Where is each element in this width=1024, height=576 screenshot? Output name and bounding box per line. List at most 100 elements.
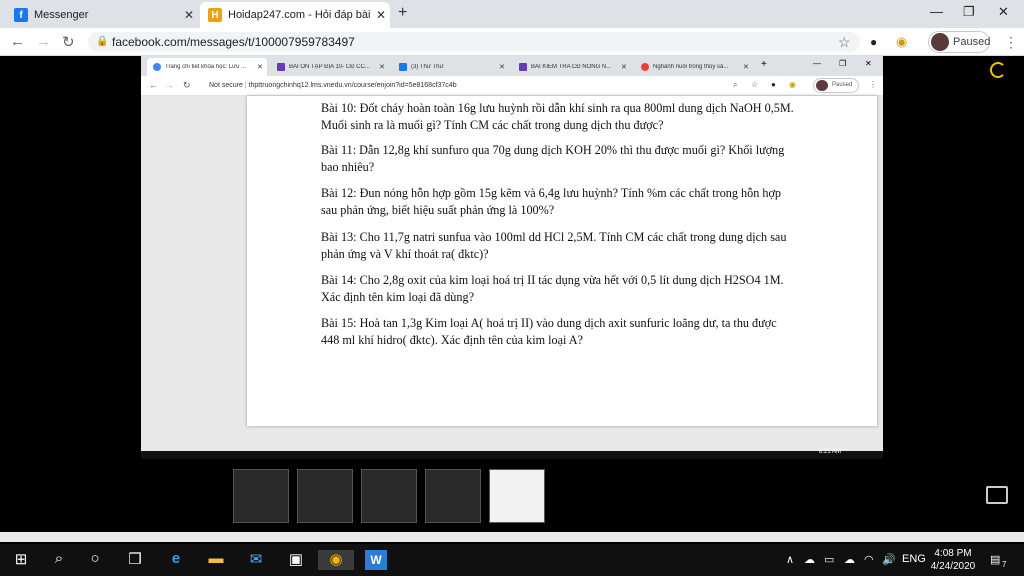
gallery-icon[interactable] [986, 486, 1008, 504]
notification-icon[interactable]: ▤ [990, 553, 1000, 566]
tab-messenger[interactable]: f Messenger ✕ [6, 2, 198, 28]
close-tab-icon[interactable]: ✕ [499, 63, 509, 71]
clock-date: 4/24/2020 [930, 561, 976, 572]
thumbnail[interactable] [233, 469, 289, 523]
close-tab-icon[interactable]: ✕ [621, 63, 631, 71]
inner-tab-title: BÀI ÔN TẬP ĐỊA 10- CĐ CC... [289, 64, 370, 70]
question: Bài 10: Đốt cháy hoàn toàn 16g lưu huỳnh… [321, 101, 794, 132]
avatar [931, 33, 949, 51]
inner-tab[interactable]: Nghành nuôi trồng thủy sả... ✕ [635, 58, 753, 76]
close-window-button[interactable]: ✕ [865, 59, 872, 68]
mail-icon[interactable]: ✉ [245, 550, 267, 570]
chrome-icon[interactable]: ◉ [318, 550, 354, 570]
bookmark-star-icon[interactable]: ☆ [838, 34, 851, 51]
clock[interactable]: 4:08 PM 4/24/2020 [930, 547, 976, 573]
close-tab-icon[interactable]: ✕ [379, 63, 389, 71]
inner-url-field[interactable]: Not secure | thpttruongchinhq12.lms.vned… [209, 79, 729, 93]
windows-taskbar: ⊞ ⌕ ○ ❒ e ▬ ✉ ▣ ◉ W ∧ ☁ ▭ ☁ ◠ 🔊 ENG 4:08… [0, 544, 1024, 576]
facebook-icon: f [14, 8, 28, 22]
document-viewer: Bài 10: Đốt cháy hoàn toàn 16g lưu huỳnh… [141, 96, 883, 451]
file-explorer-icon[interactable]: ▬ [205, 550, 227, 570]
inner-profile-button[interactable]: Paused [813, 78, 859, 93]
inner-tab-bar: Trang chi tiết khóa học: Lưu ... ✕ BÀI ÔN… [141, 56, 883, 76]
menu-icon[interactable]: ⋮ [1004, 34, 1018, 51]
close-tab-icon[interactable]: ✕ [743, 63, 753, 71]
tab-title: Messenger [34, 9, 89, 21]
url-text: facebook.com/messages/t/100007959783497 [112, 35, 355, 49]
restore-button[interactable]: ❐ [963, 4, 975, 20]
onedrive-icon[interactable]: ☁ [804, 553, 815, 566]
zoom-icon[interactable]: ⌕ [733, 80, 737, 90]
question: Bài 12: Đun nóng hỗn hợp gồm 15g kẽm và … [321, 186, 781, 217]
inner-tab[interactable]: BÀI ÔN TẬP ĐỊA 10- CĐ CC... ✕ [271, 58, 389, 76]
windows-start-icon[interactable]: ⊞ [10, 550, 32, 570]
inner-tab-title: Trang chi tiết khóa học: Lưu ... [165, 64, 247, 70]
wifi-icon[interactable]: ◠ [864, 553, 874, 566]
language-indicator[interactable]: ENG [902, 553, 926, 565]
chevron-up-icon[interactable]: ∧ [786, 553, 794, 566]
inner-tab-title: (3) Thư Thư [411, 64, 444, 70]
inner-tab[interactable]: BÀI KIỂM TRA CĐ NÔNG N... ✕ [513, 58, 631, 76]
new-tab-button[interactable]: + [398, 4, 407, 22]
minimize-button[interactable]: — [813, 59, 821, 68]
search-icon[interactable]: ⌕ [48, 550, 70, 570]
forward-icon[interactable]: → [36, 33, 51, 50]
shared-browser-window: Trang chi tiết khóa học: Lưu ... ✕ BÀI ÔN… [141, 56, 883, 459]
volume-icon[interactable]: 🔊 [882, 553, 896, 566]
question: Bài 13: Cho 11,7g natri sunfua vào 100ml… [321, 230, 787, 261]
thumbnail[interactable] [425, 469, 481, 523]
security-label: Not secure [209, 82, 243, 89]
extension-icon[interactable]: ● [870, 35, 877, 49]
extension-icon[interactable]: ● [771, 80, 776, 89]
thumbnail[interactable] [489, 469, 545, 523]
close-tab-icon[interactable]: ✕ [180, 8, 198, 22]
edge-icon[interactable]: e [165, 550, 187, 570]
hoidap-icon: H [208, 8, 222, 22]
battery-icon[interactable]: ▭ [824, 553, 834, 566]
bookmark-star-icon[interactable]: ☆ [751, 80, 758, 89]
minimize-button[interactable]: — [930, 4, 943, 19]
thumbnail[interactable] [297, 469, 353, 523]
url-field[interactable]: 🔒 facebook.com/messages/t/10000795978349… [88, 32, 860, 52]
extension-icon[interactable]: ◉ [896, 34, 907, 50]
new-tab-button[interactable]: + [761, 59, 767, 70]
back-icon[interactable]: ← [149, 80, 158, 90]
word-icon[interactable]: W [365, 550, 387, 570]
back-icon[interactable]: ← [10, 33, 25, 50]
inner-address-bar: ← → ↻ Not secure | thpttruongchinhq12.lm… [141, 76, 883, 96]
inner-taskbar: 8:21 AM [141, 449, 883, 459]
notification-count: 7 [1002, 560, 1007, 569]
reload-icon[interactable]: ↻ [183, 80, 191, 91]
thumbnail[interactable] [361, 469, 417, 523]
document-page: Bài 10: Đốt cháy hoàn toàn 16g lưu huỳnh… [247, 96, 877, 426]
profile-button[interactable]: Paused [928, 31, 990, 53]
restore-button[interactable]: ❐ [839, 59, 846, 68]
forward-icon[interactable]: → [165, 80, 174, 90]
forms-icon [277, 63, 285, 71]
extension-icon[interactable]: ◉ [789, 80, 796, 89]
close-tab-icon[interactable]: ✕ [372, 8, 390, 22]
cortana-icon[interactable]: ○ [84, 550, 106, 570]
horizontal-scrollbar[interactable] [0, 532, 1024, 542]
question: Bài 15: Hoà tan 1,3g Kim loại A( hoá trị… [321, 316, 777, 347]
cloud-icon[interactable]: ☁ [844, 553, 855, 566]
inner-url-text: thpttruongchinhq12.lms.vnedu.vn/course/e… [248, 82, 457, 89]
tab-title: Hoidap247.com - Hỏi đáp bài tập [228, 9, 372, 21]
profile-status: Paused [832, 82, 853, 88]
inner-tab-title: Nghành nuôi trồng thủy sả... [653, 64, 729, 70]
task-view-icon[interactable]: ❒ [124, 550, 146, 570]
lock-icon: 🔒 [96, 36, 109, 47]
course-icon [153, 63, 161, 71]
close-tab-icon[interactable]: ✕ [257, 63, 267, 71]
close-window-button[interactable]: ✕ [998, 4, 1009, 20]
question: Bài 14: Cho 2,8g oxit của kim loại hoá t… [321, 273, 784, 304]
inner-tab[interactable]: Trang chi tiết khóa học: Lưu ... ✕ [147, 58, 267, 76]
inner-tab[interactable]: (3) Thư Thư ✕ [393, 58, 509, 76]
clock-time: 4:08 PM [934, 548, 972, 559]
tab-hoidap[interactable]: H Hoidap247.com - Hỏi đáp bài tập ✕ [200, 2, 390, 28]
menu-icon[interactable]: ⋮ [869, 80, 877, 89]
forms-icon [519, 63, 527, 71]
store-icon[interactable]: ▣ [285, 550, 307, 570]
reload-icon[interactable]: ↻ [62, 33, 75, 51]
facebook-icon [399, 63, 407, 71]
